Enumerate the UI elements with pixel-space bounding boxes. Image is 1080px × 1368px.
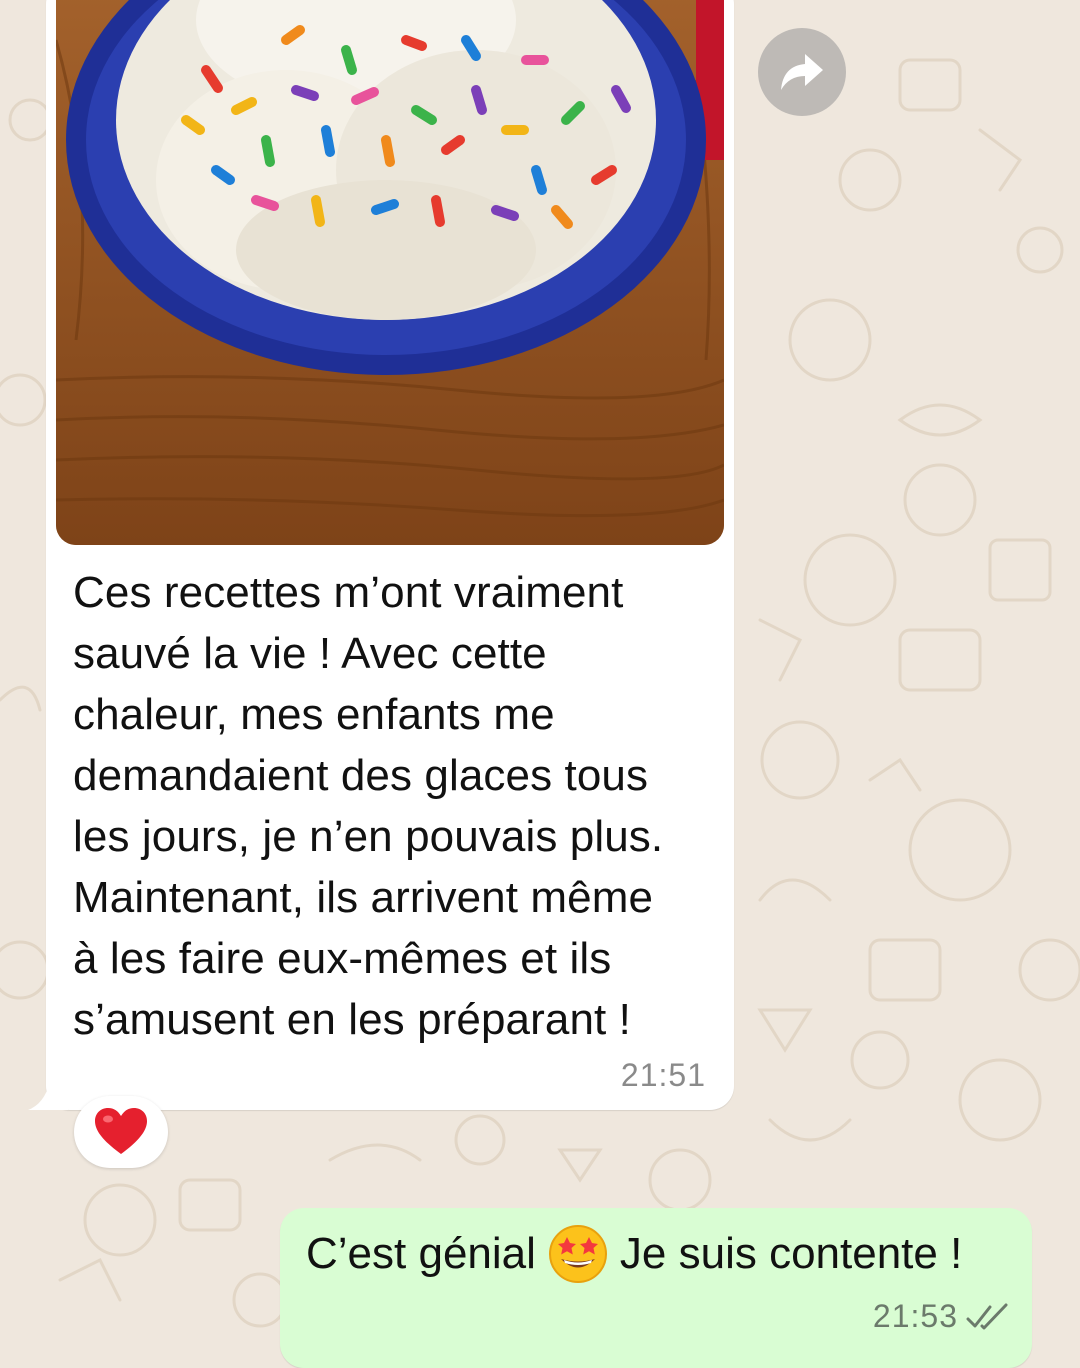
bubble-tail bbox=[28, 1082, 68, 1110]
forward-button[interactable] bbox=[758, 28, 846, 116]
heart-emoji bbox=[95, 1108, 147, 1154]
outgoing-message-meta: 21:53 bbox=[873, 1298, 1010, 1335]
incoming-message-time: 21:51 bbox=[620, 1057, 706, 1093]
outgoing-message-text: C’est génial Je suis contente ! bbox=[306, 1224, 962, 1284]
star-struck-emoji bbox=[548, 1225, 607, 1283]
forward-arrow-icon bbox=[781, 54, 823, 90]
message-reaction[interactable] bbox=[74, 1096, 168, 1168]
double-check-icon bbox=[966, 1303, 1008, 1329]
incoming-message-bubble[interactable]: Ces recettes m’ont vraiment sauvé la vie… bbox=[28, 0, 734, 1110]
ice-cream-photo[interactable] bbox=[56, 0, 724, 545]
outgoing-text-part2: Je suis contente ! bbox=[619, 1229, 963, 1278]
outgoing-message-bubble[interactable]: C’est génial Je suis contente ! 21:53 bbox=[280, 1208, 1032, 1368]
incoming-message-text: Ces recettes m’ont vraiment sauvé la vie… bbox=[73, 568, 664, 1044]
outgoing-message-time: 21:53 bbox=[872, 1298, 958, 1334]
outgoing-text-part1: C’est génial bbox=[306, 1229, 536, 1278]
